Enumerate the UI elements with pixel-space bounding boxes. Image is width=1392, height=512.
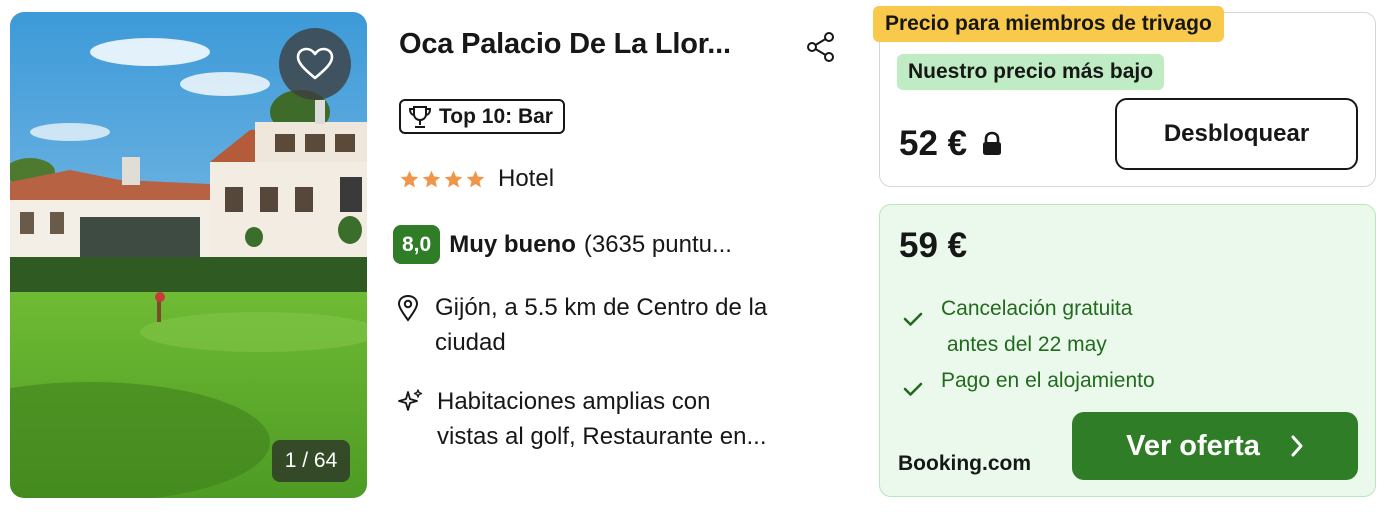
check-icon xyxy=(903,382,923,396)
score-badge: 8,0 xyxy=(393,225,441,264)
share-icon xyxy=(807,32,834,62)
hotel-type: Hotel xyxy=(498,165,555,192)
star-icon xyxy=(444,170,463,187)
share-button[interactable] xyxy=(804,30,838,64)
benefit-line-3: Pago en el alojamiento xyxy=(941,369,1155,392)
offer-price: 59 € xyxy=(899,226,968,265)
rating-label: Muy bueno xyxy=(449,230,576,258)
benefit-pay-at-property: Pago en el alojamiento xyxy=(903,363,1155,409)
heart-icon xyxy=(296,47,334,80)
star-icon xyxy=(400,170,419,187)
view-offer-label: Ver oferta xyxy=(1126,429,1260,462)
trophy-icon xyxy=(408,105,432,128)
member-price: 52 € xyxy=(899,124,1003,164)
top-badge: Top 10: Bar xyxy=(399,99,565,134)
location-line-1: Gijón, a 5.5 km de Centro de la xyxy=(435,294,768,321)
member-price-tag: Precio para miembros de trivago xyxy=(873,6,1224,42)
rating-count: (3635 puntu... xyxy=(583,230,732,258)
favorite-button[interactable] xyxy=(279,28,351,100)
star-rating xyxy=(399,169,486,190)
guest-rating[interactable]: 8,0 Muy bueno (3635 puntu... xyxy=(393,225,732,264)
lowest-price-tag: Nuestro precio más bajo xyxy=(897,54,1165,90)
top-badge-label: Top 10: Bar xyxy=(439,104,553,128)
view-offer-button[interactable]: Ver oferta xyxy=(1072,412,1358,480)
hotel-title[interactable]: Oca Palacio De La Llor... xyxy=(399,28,784,61)
highlights: Habitaciones amplias con vistas al golf,… xyxy=(397,384,847,454)
highlights-line-2: vistas al golf, Restaurante en... xyxy=(437,423,767,450)
photo-counter: 1 / 64 xyxy=(272,440,350,482)
benefit-list: Cancelación gratuita antes del 22 may Pa… xyxy=(903,291,1155,409)
member-price-value: 52 € xyxy=(899,124,968,163)
location[interactable]: Gijón, a 5.5 km de Centro de la ciudad xyxy=(397,290,847,360)
hotel-photo[interactable]: 1 / 64 xyxy=(10,12,367,498)
benefit-line-2: antes del 22 may xyxy=(941,333,1107,356)
provider-name: Booking.com xyxy=(898,452,1032,475)
check-icon xyxy=(903,312,923,326)
benefit-free-cancellation: Cancelación gratuita antes del 22 may xyxy=(903,291,1155,363)
lock-icon xyxy=(983,131,1002,155)
location-line-2: ciudad xyxy=(435,329,506,356)
unlock-button[interactable]: Desbloquear xyxy=(1115,98,1358,170)
chevron-right-icon xyxy=(1291,435,1303,457)
star-icon xyxy=(466,170,485,187)
sparkle-icon xyxy=(398,389,423,411)
highlights-line-1: Habitaciones amplias con xyxy=(437,388,711,415)
benefit-line-1: Cancelación gratuita xyxy=(941,297,1133,320)
hotel-class: Hotel xyxy=(399,165,554,193)
location-pin-icon xyxy=(397,294,419,322)
star-icon xyxy=(422,170,441,187)
